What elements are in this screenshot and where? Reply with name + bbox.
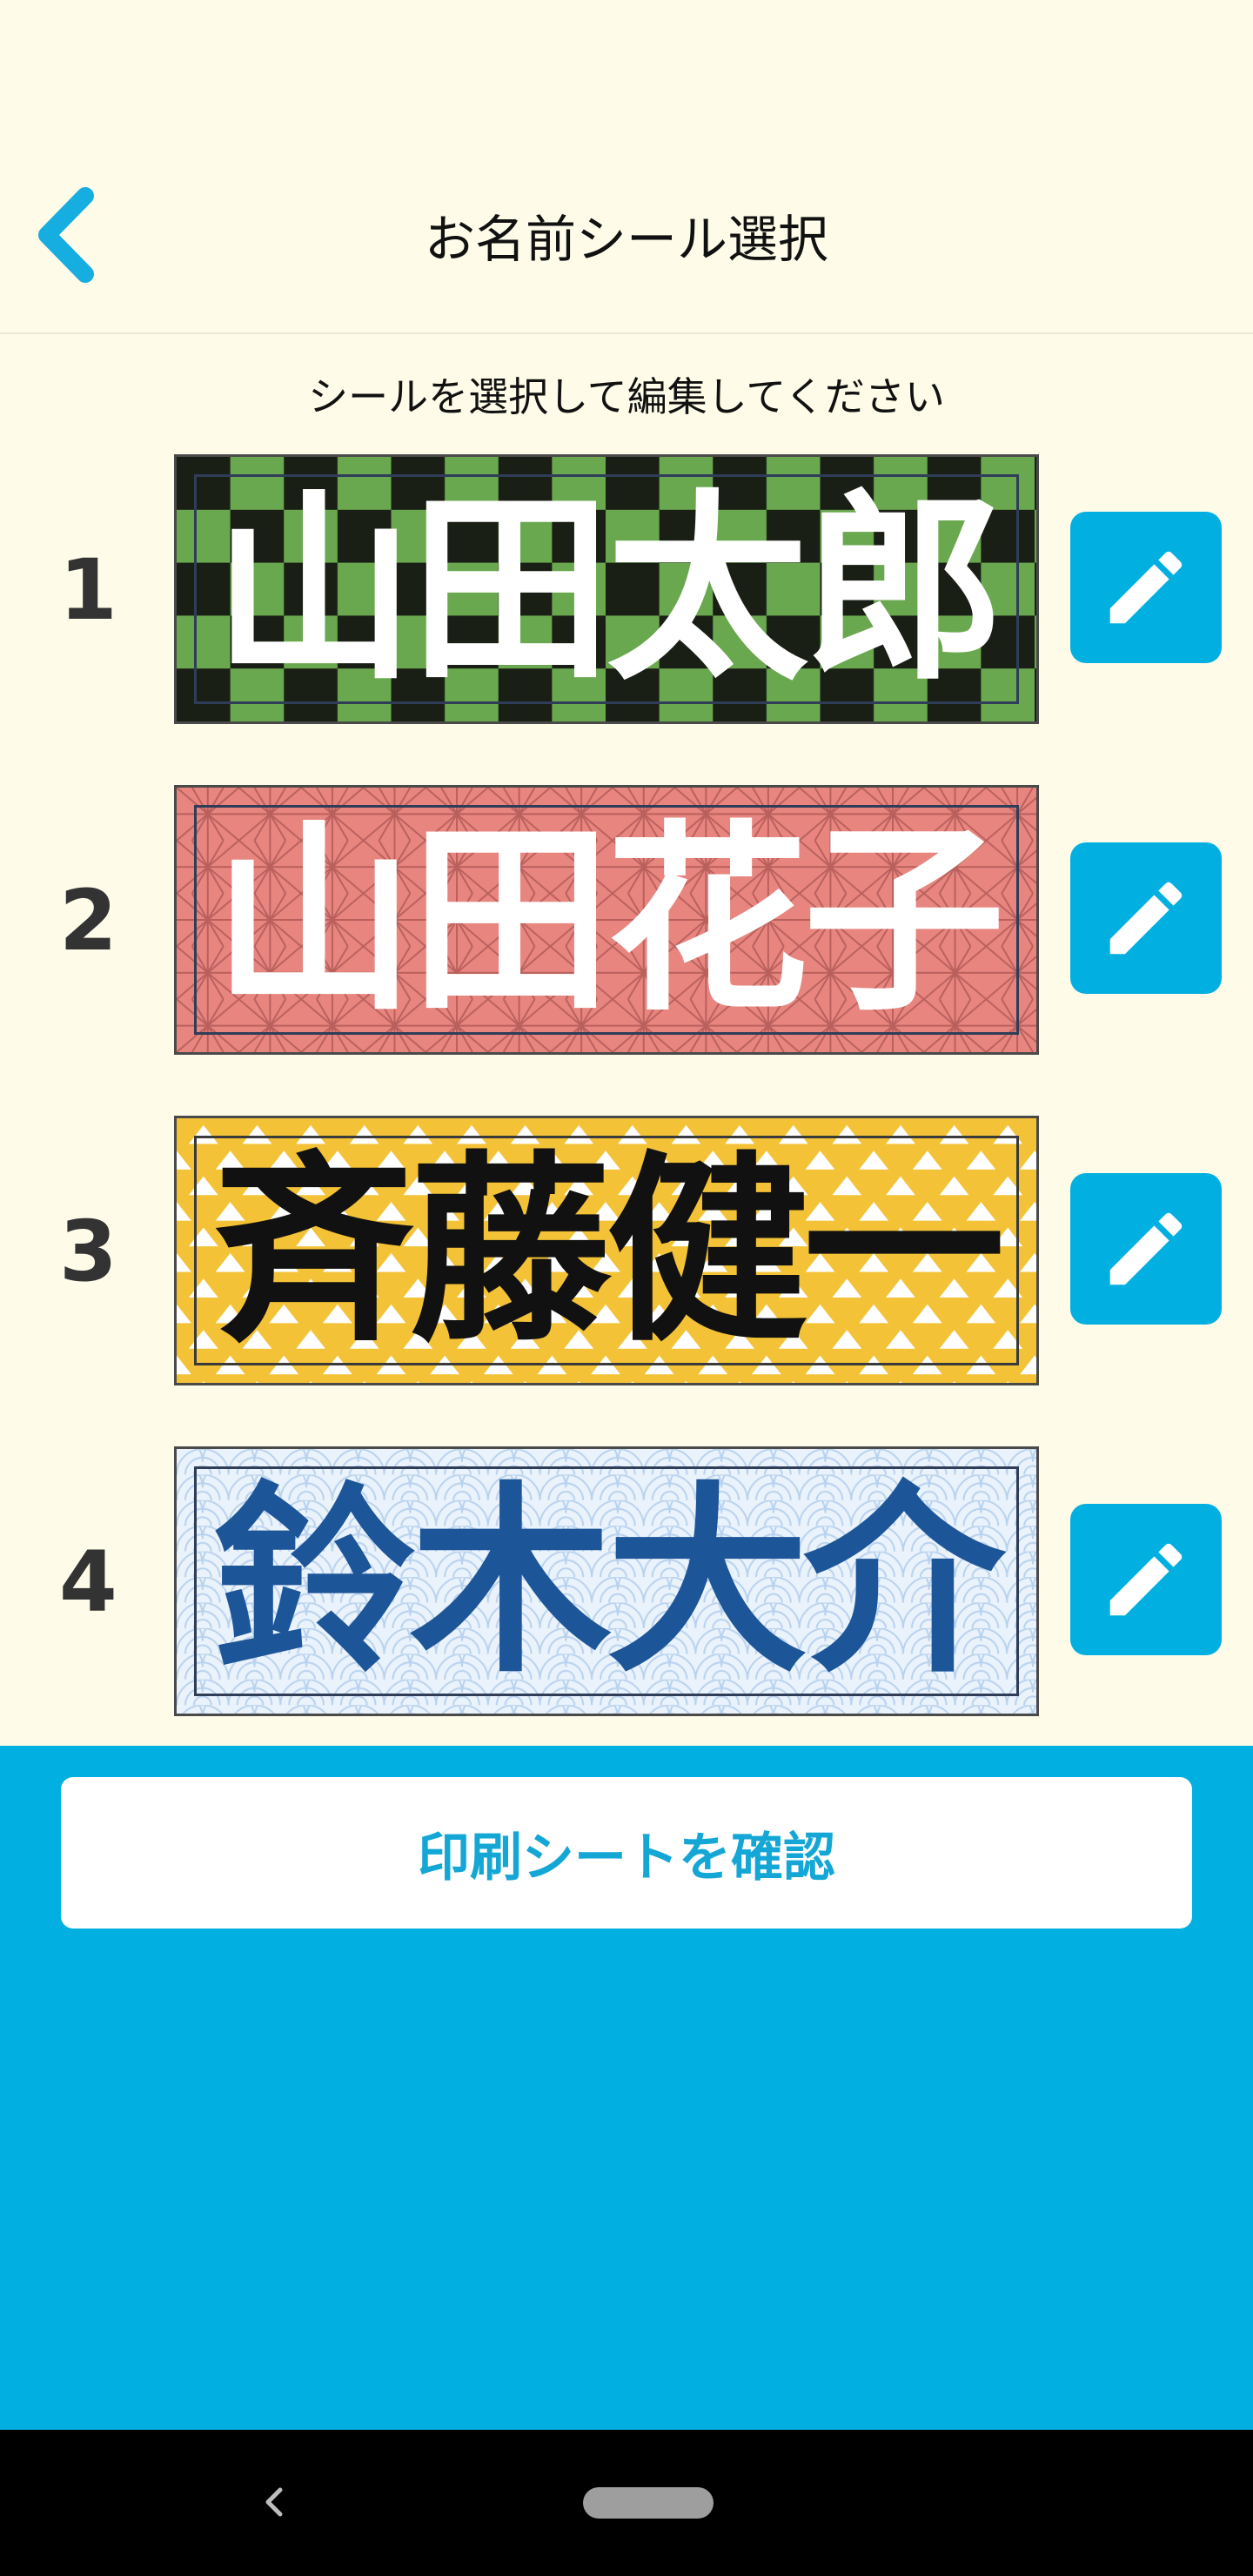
sticker-name: 山田太郎	[212, 470, 1005, 708]
sticker-card-4[interactable]: 鈴木大介	[174, 1446, 1039, 1716]
edit-button-1[interactable]	[1070, 512, 1222, 663]
pencil-icon	[1109, 882, 1183, 955]
pencil-icon	[1109, 1212, 1183, 1285]
chevron-left-icon	[265, 2487, 283, 2517]
nav-back-button[interactable]	[252, 2480, 296, 2524]
edit-button-3[interactable]	[1070, 1173, 1222, 1325]
sticker-number: 4	[59, 1533, 117, 1631]
app-header: お名前シール選択	[0, 0, 1253, 334]
header-divider	[0, 332, 1253, 334]
sticker-name: 鈴木大介	[212, 1462, 1005, 1700]
sticker-number: 1	[59, 541, 117, 639]
sticker-name: 斉藤健一	[212, 1131, 1005, 1369]
sticker-card-3[interactable]: 斉藤健一	[174, 1116, 1039, 1385]
sticker-card-1[interactable]: 山田太郎	[174, 454, 1039, 724]
pencil-icon	[1109, 1543, 1183, 1616]
sticker-number: 3	[59, 1203, 117, 1300]
sticker-card-2[interactable]: 山田花子	[174, 785, 1039, 1055]
edit-button-2[interactable]	[1070, 842, 1222, 994]
confirm-print-sheet-button[interactable]: 印刷シートを確認	[61, 1777, 1192, 1929]
sticker-name: 山田花子	[212, 801, 1005, 1038]
instruction-text: シールを選択して編集してください	[308, 373, 945, 420]
pencil-icon	[1109, 551, 1183, 624]
nav-home-pill[interactable]	[583, 2487, 714, 2519]
page-title: お名前シール選択	[424, 210, 828, 269]
edit-button-4[interactable]	[1070, 1504, 1222, 1655]
sticker-number: 2	[59, 872, 117, 969]
